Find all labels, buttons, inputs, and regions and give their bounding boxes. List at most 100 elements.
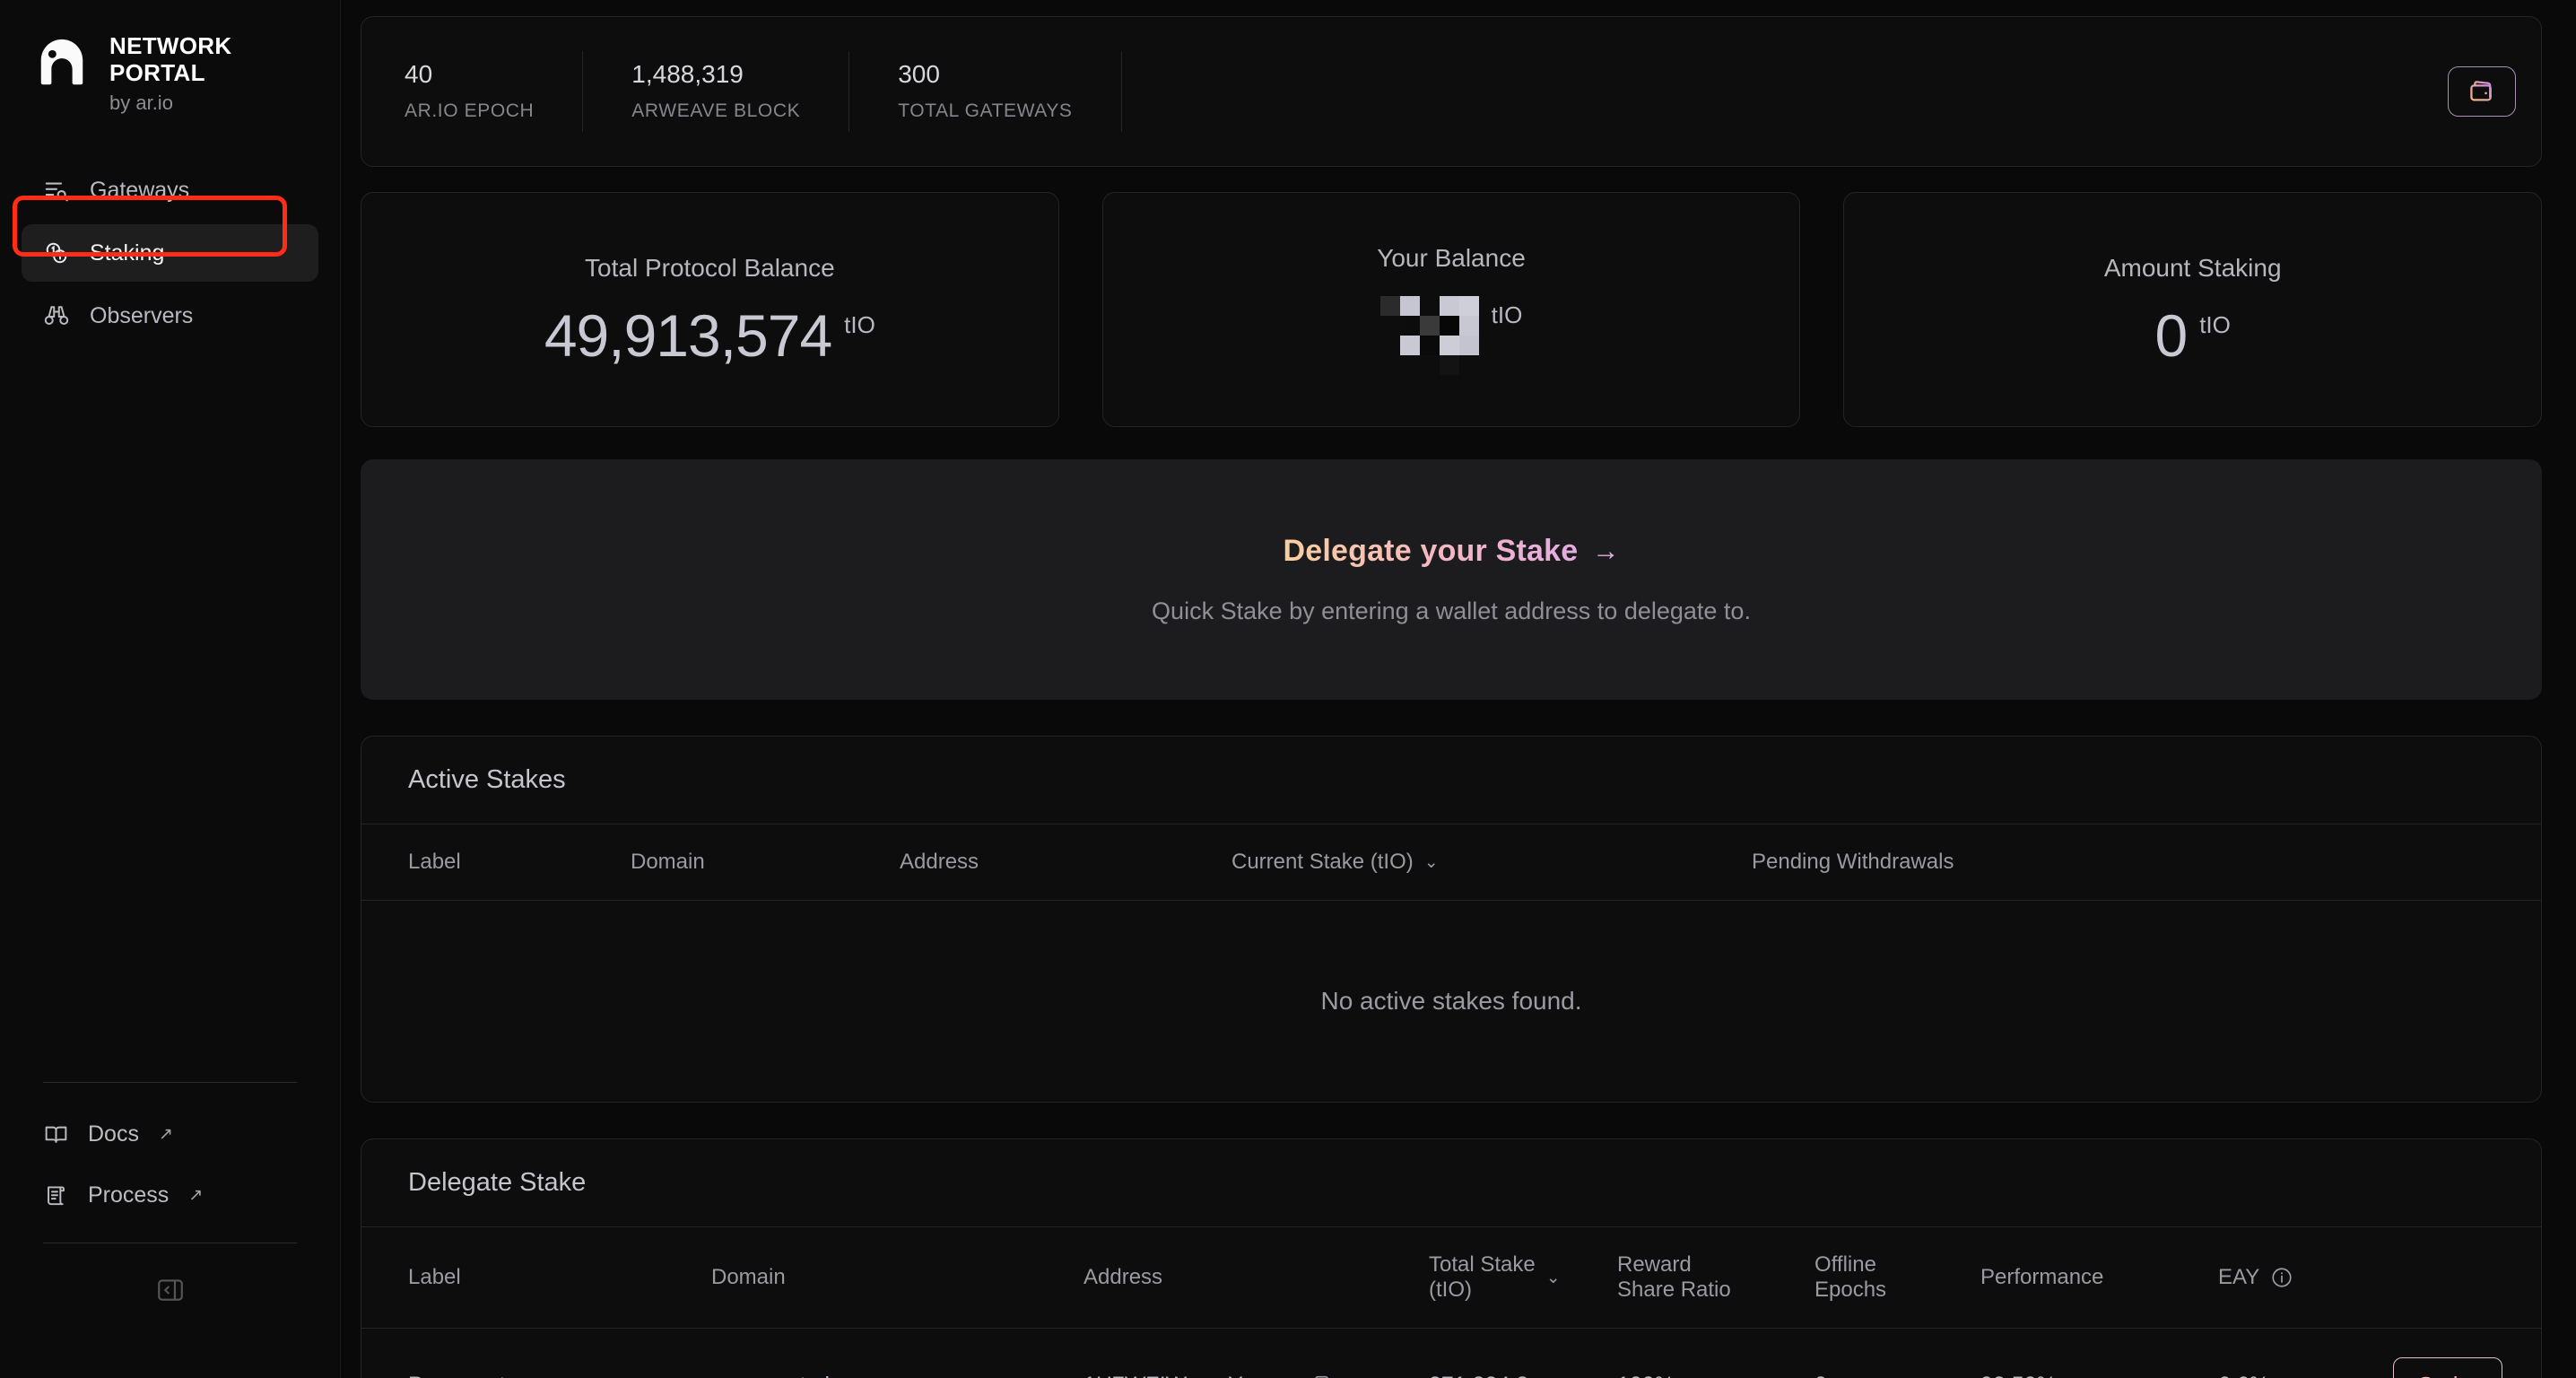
col-performance[interactable]: Performance (1980, 1227, 2218, 1329)
sidebar-item-staking[interactable]: Staking (22, 224, 318, 283)
sidebar-item-label: Gateways (90, 177, 190, 203)
domain-link[interactable]: permagate.io (711, 1373, 842, 1378)
table-header-row: Label Domain Address Total Stake (tIO) ⌄ … (361, 1227, 2541, 1329)
ario-logo-icon (34, 34, 90, 90)
external-link-icon: ↗ (188, 1185, 204, 1205)
card-value-row: tIO (1379, 296, 1523, 375)
panel-title: Delegate Stake (408, 1168, 587, 1197)
sidebar-link-label: Process (88, 1182, 170, 1208)
card-unit: tIO (1491, 301, 1523, 328)
col-domain[interactable]: Domain (711, 1227, 1083, 1329)
column-label: Domain (711, 1265, 786, 1289)
cell-total-stake: 271,824.8 (1429, 1329, 1617, 1378)
delegate-stake-header: Delegate Stake (361, 1139, 2541, 1227)
sidebar-collapse-icon[interactable] (151, 1272, 190, 1308)
cta-label: Delegate your Stake (1283, 534, 1579, 568)
stat-label: TOTAL GATEWAYS (898, 100, 1073, 122)
banner-subtitle: Quick Stake by entering a wallet address… (1152, 597, 1751, 624)
column-label: Label (408, 1265, 461, 1289)
stat-total-gateways: 300 TOTAL GATEWAYS (849, 51, 1122, 132)
cell-offline-epochs: 0 (1815, 1329, 1980, 1378)
card-total-protocol-balance: Total Protocol Balance 49,913,574 tIO (361, 192, 1059, 427)
card-value-row: 0 tIO (2154, 306, 2230, 365)
sidebar-nav: Gateways Staking Observers (0, 161, 340, 344)
empty-state-message: No active stakes found. (1320, 987, 1582, 1015)
loading-skeleton (1379, 296, 1479, 375)
card-unit: tIO (844, 311, 875, 338)
list-search-icon (41, 175, 72, 205)
stat-arweave-block: 1,488,319 ARWEAVE BLOCK (583, 51, 850, 132)
stake-button[interactable]: Stake (2393, 1357, 2502, 1378)
col-label[interactable]: Label (361, 1227, 711, 1329)
binoculars-icon (41, 301, 72, 331)
card-your-balance: Your Balance tIO (1101, 192, 1801, 427)
book-icon (41, 1120, 70, 1148)
column-label: Pending Withdrawals (1752, 850, 1954, 874)
sidebar-item-label: Staking (90, 240, 165, 266)
stat-value: 40 (405, 59, 433, 88)
external-link-icon: ↗ (158, 1124, 173, 1144)
app-root: NETWORK PORTAL by ar.io Gateways Staking… (0, 0, 2576, 1378)
col-reward-share-ratio[interactable]: Reward Share Ratio (1617, 1227, 1815, 1329)
card-unit: tIO (2199, 311, 2231, 338)
cell-domain[interactable]: permagate.io (711, 1329, 1083, 1378)
stat-value: 1,488,319 (631, 59, 744, 88)
column-label: Address (900, 850, 979, 874)
address-text: 1H7WZIW...vuYwrgo (1083, 1373, 1292, 1378)
col-current-stake[interactable]: Current Stake (tIO) ⌄ (1231, 824, 1752, 901)
active-stakes-header: Active Stakes (361, 737, 2541, 824)
coins-icon (41, 238, 72, 268)
sidebar-collapse-area (0, 1243, 340, 1378)
column-label: Performance (1980, 1265, 2104, 1289)
sidebar-link-docs[interactable]: Docs ↗ (22, 1108, 318, 1160)
chevron-down-icon: ⌄ (1545, 1268, 1561, 1287)
card-title: Amount Staking (2103, 254, 2282, 282)
delegate-stake-panel: Delegate Stake Label Domain Address Tota… (361, 1138, 2542, 1378)
panel-title: Active Stakes (408, 765, 566, 794)
sidebar-item-observers[interactable]: Observers (22, 287, 318, 344)
column-label: Address (1083, 1265, 1163, 1289)
brand-title-line1: NETWORK (109, 32, 232, 59)
card-title: Your Balance (1377, 244, 1526, 272)
network-stats-bar: 40 AR.IO EPOCH 1,488,319 ARWEAVE BLOCK 3… (361, 16, 2542, 167)
sidebar-link-process[interactable]: Process ↗ (22, 1169, 318, 1221)
stat-epoch: 40 AR.IO EPOCH (361, 51, 584, 132)
copy-icon[interactable] (1308, 1374, 1331, 1378)
sidebar-links: Docs ↗ Process ↗ (0, 1083, 340, 1243)
column-label: Domain (631, 850, 705, 874)
delegate-stake-banner[interactable]: Delegate your Stake → Quick Stake by ent… (361, 459, 2542, 700)
table-row[interactable]: Permagate permagate.io 1H7WZIW...vuYwrgo (361, 1329, 2541, 1378)
col-offline-epochs[interactable]: Offline Epochs (1815, 1227, 1980, 1329)
sidebar-item-gateways[interactable]: Gateways (22, 161, 318, 219)
column-label: Offline Epochs (1815, 1252, 1887, 1302)
col-actions (2393, 1227, 2541, 1329)
column-label: Label (408, 850, 461, 874)
main-content: 40 AR.IO EPOCH 1,488,319 ARWEAVE BLOCK 3… (341, 0, 2576, 1378)
connect-wallet-button[interactable] (2448, 66, 2516, 117)
brand-subtitle: by ar.io (109, 92, 173, 115)
stat-label: AR.IO EPOCH (405, 100, 535, 122)
col-address[interactable]: Address (900, 824, 1231, 901)
brand[interactable]: NETWORK PORTAL by ar.io (0, 0, 340, 115)
col-label[interactable]: Label (361, 824, 631, 901)
card-title: Total Protocol Balance (585, 254, 835, 282)
col-address[interactable]: Address (1083, 1227, 1429, 1329)
stat-label: ARWEAVE BLOCK (631, 100, 801, 122)
sidebar: NETWORK PORTAL by ar.io Gateways Staking… (0, 0, 341, 1378)
cell-performance: 92.50% (1980, 1329, 2218, 1378)
col-eay[interactable]: EAY (2218, 1227, 2393, 1329)
delegate-your-stake-cta[interactable]: Delegate your Stake → (1283, 534, 1619, 569)
active-stakes-panel: Active Stakes Label Domain Address Curre… (361, 736, 2542, 1103)
chevron-down-icon: ⌄ (1423, 852, 1439, 872)
sidebar-item-label: Observers (90, 302, 194, 328)
column-label: Current Stake (tIO) (1231, 850, 1414, 874)
col-total-stake[interactable]: Total Stake (tIO) ⌄ (1429, 1227, 1617, 1329)
cell-label: Permagate (361, 1329, 711, 1378)
cell-reward-share-ratio: 100% (1617, 1329, 1815, 1378)
active-stakes-table: Label Domain Address Current Stake (tIO)… (361, 824, 2541, 1102)
col-domain[interactable]: Domain (631, 824, 900, 901)
col-pending-withdrawals[interactable]: Pending Withdrawals (1752, 824, 2541, 901)
cell-address: 1H7WZIW...vuYwrgo (1083, 1329, 1429, 1378)
info-icon[interactable] (2270, 1266, 2293, 1289)
